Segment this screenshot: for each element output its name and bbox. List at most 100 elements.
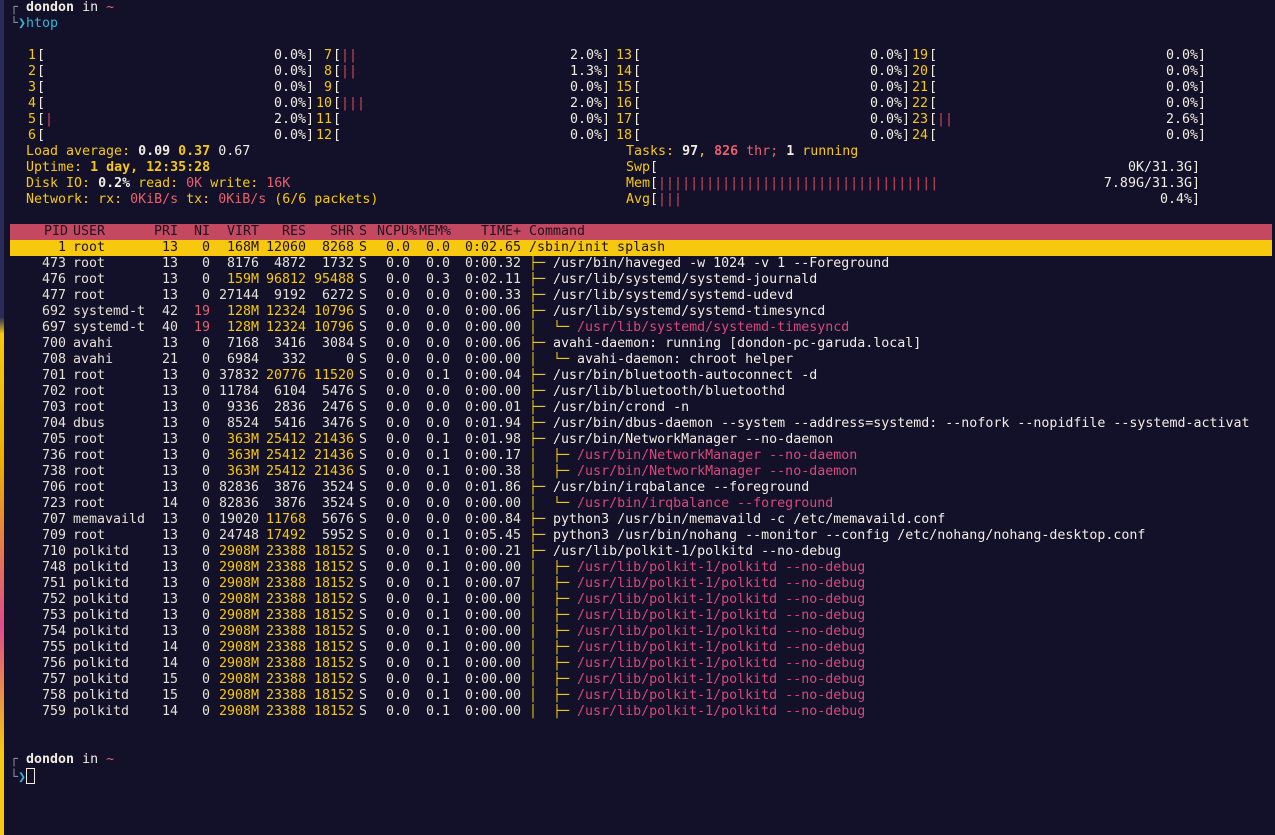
process-row[interactable]: 754 polkitd 13 0 2908M 23388 18152 S 0.0 0.1 0:00.… bbox=[10, 624, 1272, 640]
process-ni: 0 bbox=[201, 288, 210, 303]
process-row[interactable]: 709 root 13 0 24748 17492 5952 S 0.0 0.1 0:05.45 ├─… bbox=[10, 528, 1272, 544]
process-command: /usr/lib/bluetooth/bluetoothd bbox=[553, 384, 786, 399]
column-header-cpu[interactable]: NCPU% bbox=[377, 224, 417, 240]
column-header-cmd[interactable]: Command bbox=[529, 224, 585, 240]
process-s: S bbox=[359, 464, 368, 479]
column-header-ni[interactable]: NI bbox=[180, 224, 210, 240]
running-count: 1 bbox=[786, 144, 795, 159]
process-row[interactable]: 708 avahi 21 0 6984 332 0 S 0.0 0.0 0:00.00 │ └─ av… bbox=[10, 352, 1272, 368]
cpu-pct: 0.0% bbox=[273, 80, 306, 95]
process-ni: 0 bbox=[201, 272, 210, 287]
column-header-time[interactable]: TIME+ bbox=[463, 224, 521, 240]
process-cpu: 0.0 bbox=[385, 496, 410, 511]
process-ni: 19 bbox=[193, 304, 210, 319]
process-row[interactable]: 755 polkitd 14 0 2908M 23388 18152 S 0.0 0.1 0:00.… bbox=[10, 640, 1272, 656]
process-command-cell: ├─ /usr/bin/haveged -w 1024 -v 1 --Foreg… bbox=[529, 256, 889, 272]
cpu-bracket: [ bbox=[633, 80, 642, 95]
process-row[interactable]: 748 polkitd 13 0 2908M 23388 18152 S 0.0 0.1 0:00.… bbox=[10, 560, 1272, 576]
process-row[interactable]: 692 systemd-t 42 19 128M 12324 10796 S 0.0 0.0 0:0… bbox=[10, 304, 1272, 320]
process-mem: 0.1 bbox=[425, 608, 450, 623]
process-row[interactable]: 710 polkitd 13 0 2908M 23388 18152 S 0.0 0.1 0:00.… bbox=[10, 544, 1272, 560]
process-row[interactable]: 705 root 13 0 363M 25412 21436 S 0.0 0.1 0:01.98 ├─… bbox=[10, 432, 1272, 448]
process-cpu: 0.0 bbox=[385, 288, 410, 303]
column-header-pid[interactable]: PID bbox=[12, 224, 68, 240]
process-row[interactable]: 700 avahi 13 0 7168 3416 3084 S 0.0 0.0 0:00.06 ├─ … bbox=[10, 336, 1272, 352]
process-virt: 2908M bbox=[218, 672, 259, 687]
process-pid: 706 bbox=[41, 480, 66, 495]
cpu-bracket: [ bbox=[633, 96, 642, 111]
process-row[interactable]: 753 polkitd 13 0 2908M 23388 18152 S 0.0 0.1 0:00.… bbox=[10, 608, 1272, 624]
process-row[interactable]: 697 systemd-t 40 19 128M 12324 10796 S 0.0 0.0 0:0… bbox=[10, 320, 1272, 336]
process-s: S bbox=[359, 624, 368, 639]
process-virt: 2908M bbox=[218, 560, 259, 575]
cpu-bracket: [ bbox=[37, 80, 46, 95]
column-header-mem[interactable]: MEM% bbox=[419, 224, 459, 240]
column-header-res[interactable]: RES bbox=[262, 224, 306, 240]
process-row[interactable]: 701 root 13 0 37832 20776 11520 S 0.0 0.1 0:00.04 ├… bbox=[10, 368, 1272, 384]
column-header-s[interactable]: S bbox=[359, 224, 369, 240]
process-row[interactable]: 704 dbus 13 0 8524 5416 3476 S 0.0 0.0 0:01.94 ├─ /… bbox=[10, 416, 1272, 432]
process-shr: 18152 bbox=[313, 544, 354, 559]
process-table[interactable]: 1 root 13 0 168M 12060 8268 S 0.0 0.0 0:02.65/sbin… bbox=[10, 240, 1272, 720]
column-header-user[interactable]: USER bbox=[73, 224, 133, 240]
process-row[interactable]: 736 root 13 0 363M 25412 21436 S 0.0 0.1 0:00.17 │ … bbox=[10, 448, 1272, 464]
process-user: systemd-t bbox=[73, 304, 146, 319]
process-command-cell: │ └─ avahi-daemon: chroot helper bbox=[529, 352, 793, 368]
process-shr: 1732 bbox=[321, 256, 354, 271]
process-row[interactable]: 752 polkitd 13 0 2908M 23388 18152 S 0.0 0.1 0:00.… bbox=[10, 592, 1272, 608]
process-user: root bbox=[73, 528, 106, 543]
process-ni: 0 bbox=[201, 464, 210, 479]
process-row[interactable]: 702 root 13 0 11784 6104 5476 S 0.0 0.0 0:00.00 ├─ … bbox=[10, 384, 1272, 400]
process-row[interactable]: 477 root 13 0 27144 9192 6272 S 0.0 0.0 0:00.33 ├─ … bbox=[10, 288, 1272, 304]
cpu-bracket: [ bbox=[37, 128, 46, 143]
process-mem: 0.1 bbox=[425, 656, 450, 671]
process-row[interactable]: 703 root 13 0 9336 2836 2476 S 0.0 0.0 0:00.01 ├─ /… bbox=[10, 400, 1272, 416]
column-header-shr[interactable]: SHR bbox=[307, 224, 354, 240]
process-virt: 363M bbox=[226, 448, 259, 463]
process-tree: │ ├─ bbox=[529, 704, 578, 719]
process-time: 0:00.00 bbox=[464, 640, 521, 655]
process-mem: 0.1 bbox=[425, 672, 450, 687]
load-label: Load average: bbox=[26, 144, 131, 159]
process-command: /usr/lib/polkit-1/polkitd --no-debug bbox=[577, 560, 866, 575]
process-row[interactable]: 707 memavaild 13 0 19020 11768 5676 S 0.0 0.0 0:00… bbox=[10, 512, 1272, 528]
process-user: polkitd bbox=[73, 688, 130, 703]
process-command: avahi-daemon: running [dondon-pc-garuda.… bbox=[553, 336, 922, 351]
command-line-2[interactable]: └❯ bbox=[10, 768, 1272, 784]
process-row[interactable]: 723 root 14 0 82836 3876 3524 S 0.0 0.0 0:00.00 │ └… bbox=[10, 496, 1272, 512]
process-user: polkitd bbox=[73, 560, 130, 575]
process-row[interactable]: 758 polkitd 15 0 2908M 23388 18152 S 0.0 0.1 0:00.… bbox=[10, 688, 1272, 704]
process-user: polkitd bbox=[73, 624, 130, 639]
process-tree: ├─ bbox=[529, 336, 554, 351]
column-header-virt[interactable]: VIRT bbox=[213, 224, 259, 240]
process-row[interactable]: 757 polkitd 15 0 2908M 23388 18152 S 0.0 0.1 0:00.… bbox=[10, 672, 1272, 688]
process-tree: │ ├─ bbox=[529, 656, 578, 671]
process-user: root bbox=[73, 288, 106, 303]
process-row[interactable]: 759 polkitd 14 0 2908M 23388 18152 S 0.0 0.1 0:00.… bbox=[10, 704, 1272, 720]
process-cpu: 0.0 bbox=[385, 336, 410, 351]
process-pri: 14 bbox=[161, 704, 178, 719]
process-time: 0:00.04 bbox=[464, 368, 521, 383]
process-shr: 21436 bbox=[313, 448, 354, 463]
cpu-id: 24 bbox=[911, 128, 928, 143]
terminal[interactable]: ┌ dondon in ~ └❯htop 1[0.0%] 7[|| 2.0%] 13[… bbox=[10, 0, 1272, 784]
process-s: S bbox=[359, 496, 368, 511]
process-row[interactable]: 738 root 13 0 363M 25412 21436 S 0.0 0.1 0:00.38 │ … bbox=[10, 464, 1272, 480]
process-row[interactable]: 1 root 13 0 168M 12060 8268 S 0.0 0.0 0:02.65/sbin… bbox=[10, 240, 1272, 256]
process-row[interactable]: 476 root 13 0 159M 96812 95488 S 0.0 0.3 0:02.11 ├─… bbox=[10, 272, 1272, 288]
process-virt: 19020 bbox=[218, 512, 259, 527]
column-header-pri[interactable]: PRI bbox=[146, 224, 178, 240]
process-shr: 18152 bbox=[313, 656, 354, 671]
process-row[interactable]: 756 polkitd 14 0 2908M 23388 18152 S 0.0 0.1 0:00.… bbox=[10, 656, 1272, 672]
process-command: /usr/bin/dbus-daemon --system --address=… bbox=[553, 416, 1250, 431]
cpu-id: 3 bbox=[27, 80, 36, 95]
process-time: 0:02.65 bbox=[464, 240, 521, 255]
process-ni: 0 bbox=[201, 512, 210, 527]
process-row[interactable]: 706 root 13 0 82836 3876 3524 S 0.0 0.0 0:01.86 ├─ … bbox=[10, 480, 1272, 496]
process-virt: 2908M bbox=[218, 608, 259, 623]
process-table-header[interactable]: PID USER PRI NI VIRT RES SHR S NCPU% MEM% TIME+ Com… bbox=[10, 224, 1272, 240]
process-row[interactable]: 751 polkitd 13 0 2908M 23388 18152 S 0.0 0.1 0:00.… bbox=[10, 576, 1272, 592]
process-row[interactable]: 473 root 13 0 8176 4872 1732 S 0.0 0.0 0:00.32 ├─ /… bbox=[10, 256, 1272, 272]
cpu-meter-row: 4[0.0%] 10[||| 2.0%] 16[0.0%] 22[0.0%] bbox=[10, 96, 1272, 112]
process-cpu: 0.0 bbox=[385, 304, 410, 319]
